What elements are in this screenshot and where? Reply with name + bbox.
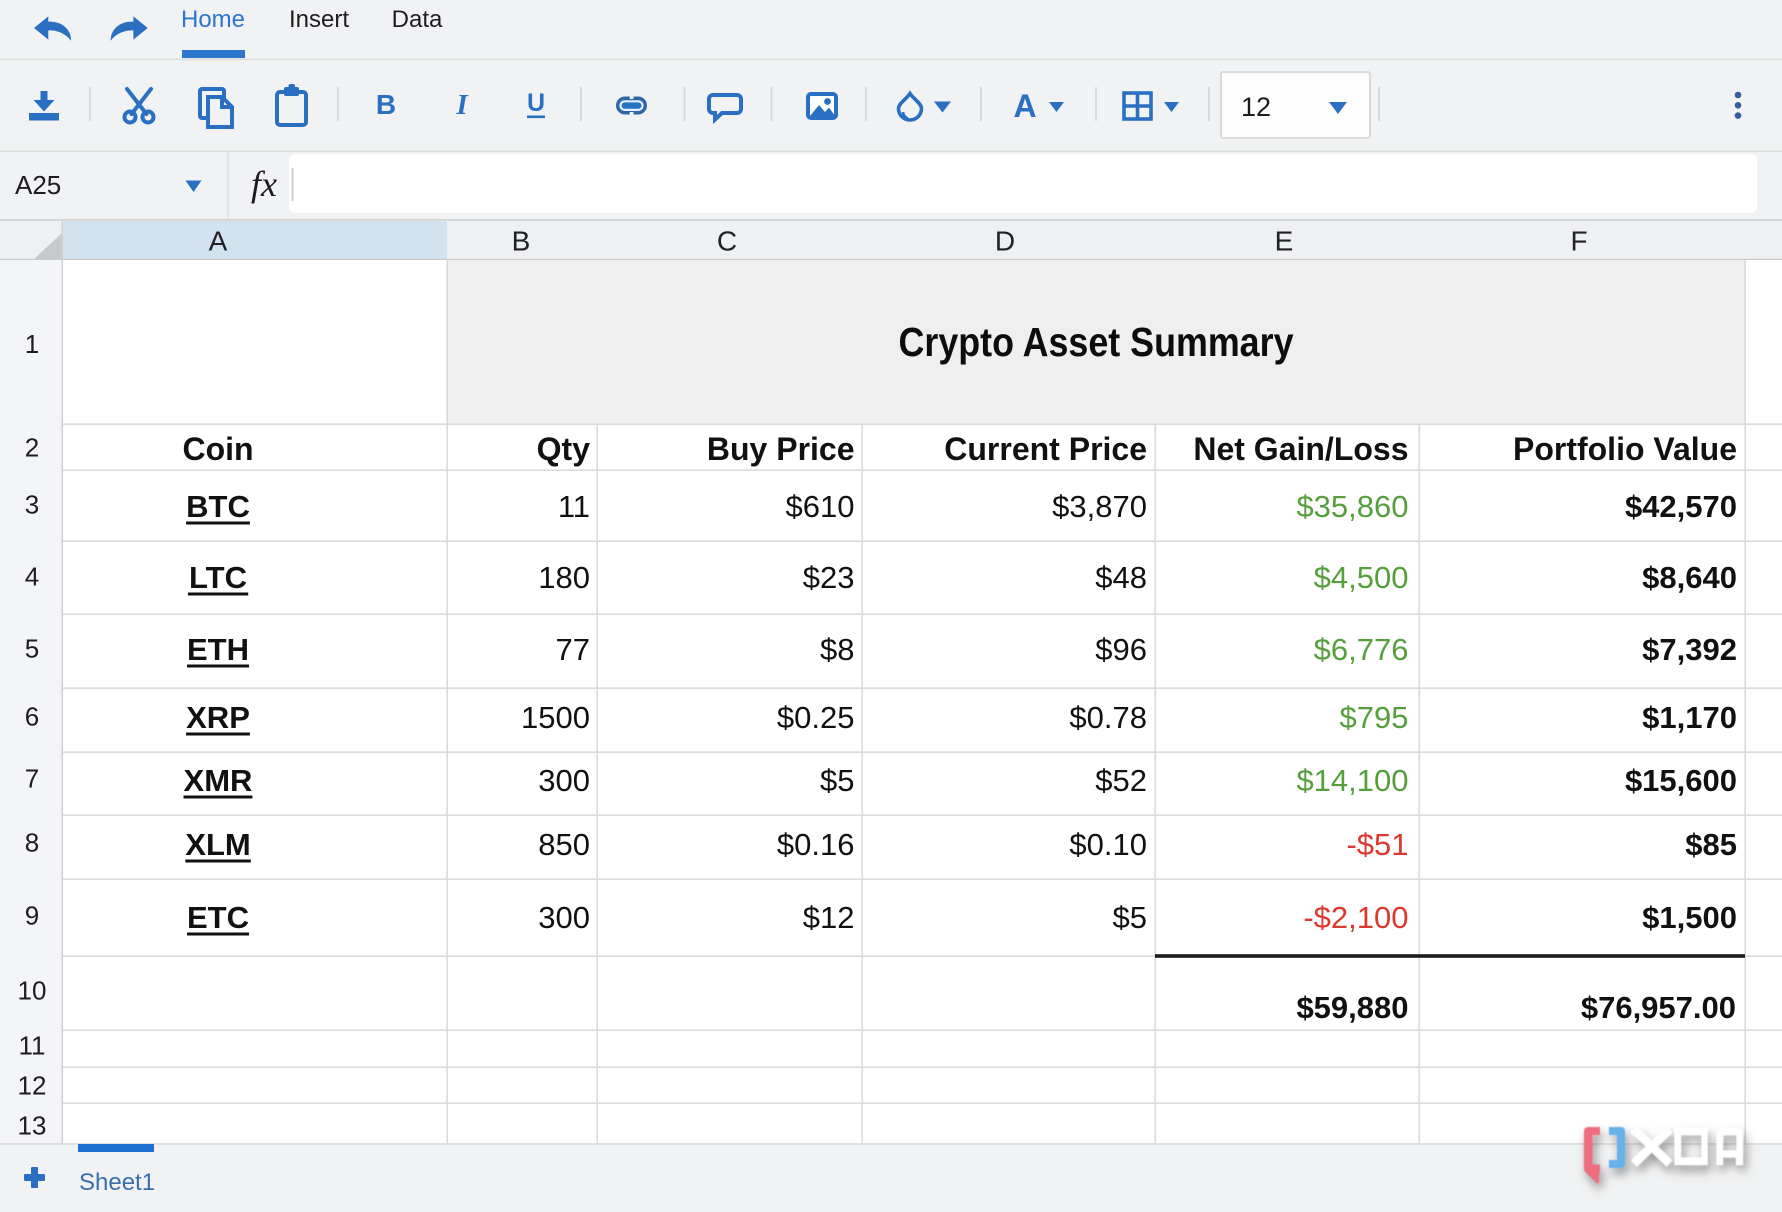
svg-text:10: 10 xyxy=(18,976,47,1006)
svg-text:6: 6 xyxy=(25,702,39,732)
svg-text:A: A xyxy=(209,226,228,257)
svg-text:B: B xyxy=(376,89,396,120)
svg-text:XMR: XMR xyxy=(184,763,253,798)
svg-text:5: 5 xyxy=(25,634,39,664)
svg-text:$6,776: $6,776 xyxy=(1314,632,1409,667)
svg-text:Portfolio Value: Portfolio Value xyxy=(1513,431,1737,467)
svg-text:$795: $795 xyxy=(1340,700,1409,735)
svg-text:C: C xyxy=(717,226,737,257)
svg-text:F: F xyxy=(1570,226,1587,257)
svg-text:-$51: -$51 xyxy=(1346,827,1408,862)
svg-text:13: 13 xyxy=(18,1111,47,1141)
svg-text:A: A xyxy=(1013,88,1036,124)
svg-text:$35,860: $35,860 xyxy=(1296,489,1408,524)
svg-text:BTC: BTC xyxy=(186,489,250,524)
svg-text:fx: fx xyxy=(251,164,277,204)
svg-text:$0.25: $0.25 xyxy=(777,700,855,735)
svg-text:$5: $5 xyxy=(1113,900,1147,935)
svg-text:Sheet1: Sheet1 xyxy=(79,1169,155,1196)
svg-text:$42,570: $42,570 xyxy=(1625,489,1737,524)
svg-text:12: 12 xyxy=(1241,92,1271,122)
svg-text:$0.78: $0.78 xyxy=(1069,700,1147,735)
svg-text:D: D xyxy=(995,226,1015,257)
svg-text:XRP: XRP xyxy=(186,700,250,735)
svg-text:A25: A25 xyxy=(15,170,61,200)
svg-text:ETH: ETH xyxy=(187,632,249,667)
svg-text:2: 2 xyxy=(25,433,39,463)
svg-text:$14,100: $14,100 xyxy=(1296,763,1408,798)
svg-text:Data: Data xyxy=(392,6,443,33)
svg-text:I: I xyxy=(455,89,469,121)
svg-text:$96: $96 xyxy=(1095,632,1147,667)
svg-text:$12: $12 xyxy=(803,900,855,935)
svg-text:Buy Price: Buy Price xyxy=(707,431,855,467)
svg-text:$610: $610 xyxy=(786,489,855,524)
svg-text:Qty: Qty xyxy=(537,431,591,467)
svg-text:$8,640: $8,640 xyxy=(1642,560,1737,595)
svg-text:$85: $85 xyxy=(1685,827,1737,862)
svg-text:$8: $8 xyxy=(820,632,854,667)
svg-text:$23: $23 xyxy=(803,560,855,595)
svg-text:$7,392: $7,392 xyxy=(1642,632,1737,667)
svg-text:11: 11 xyxy=(558,489,590,524)
svg-text:Crypto Asset Summary: Crypto Asset Summary xyxy=(899,319,1294,365)
svg-text:12: 12 xyxy=(18,1071,47,1101)
svg-text:7: 7 xyxy=(25,764,39,794)
svg-text:$59,880: $59,880 xyxy=(1296,990,1408,1025)
svg-text:$4,500: $4,500 xyxy=(1314,560,1409,595)
svg-text:$3,870: $3,870 xyxy=(1052,489,1147,524)
svg-text:$1,500: $1,500 xyxy=(1642,900,1737,935)
svg-text:9: 9 xyxy=(25,901,39,931)
svg-text:ETC: ETC xyxy=(187,900,249,935)
svg-text:$15,600: $15,600 xyxy=(1625,763,1737,798)
svg-text:11: 11 xyxy=(19,1031,46,1061)
svg-text:E: E xyxy=(1275,226,1294,257)
svg-text:B: B xyxy=(512,226,531,257)
svg-text:180: 180 xyxy=(538,560,590,595)
svg-text:3: 3 xyxy=(25,490,39,520)
svg-text:$52: $52 xyxy=(1095,763,1147,798)
svg-text:77: 77 xyxy=(556,632,590,667)
svg-text:LTC: LTC xyxy=(189,560,247,595)
svg-text:-$2,100: -$2,100 xyxy=(1303,900,1408,935)
svg-text:$76,957.00: $76,957.00 xyxy=(1581,990,1736,1025)
svg-text:4: 4 xyxy=(25,562,39,592)
svg-text:Home: Home xyxy=(181,6,245,33)
svg-text:Net Gain/Loss: Net Gain/Loss xyxy=(1193,431,1408,467)
svg-text:Current Price: Current Price xyxy=(944,431,1147,467)
svg-text:XLM: XLM xyxy=(185,827,250,862)
svg-text:1: 1 xyxy=(25,329,39,359)
svg-text:$5: $5 xyxy=(820,763,854,798)
svg-text:$1,170: $1,170 xyxy=(1642,700,1737,735)
svg-text:300: 300 xyxy=(538,763,590,798)
svg-text:$48: $48 xyxy=(1095,560,1147,595)
svg-text:850: 850 xyxy=(538,827,590,862)
svg-text:8: 8 xyxy=(25,828,39,858)
svg-text:Coin: Coin xyxy=(182,431,253,467)
svg-text:$0.16: $0.16 xyxy=(777,827,855,862)
svg-text:300: 300 xyxy=(538,900,590,935)
svg-text:U: U xyxy=(527,89,545,117)
svg-text:Insert: Insert xyxy=(289,6,349,33)
svg-text:1500: 1500 xyxy=(521,700,590,735)
svg-text:$0.10: $0.10 xyxy=(1069,827,1147,862)
